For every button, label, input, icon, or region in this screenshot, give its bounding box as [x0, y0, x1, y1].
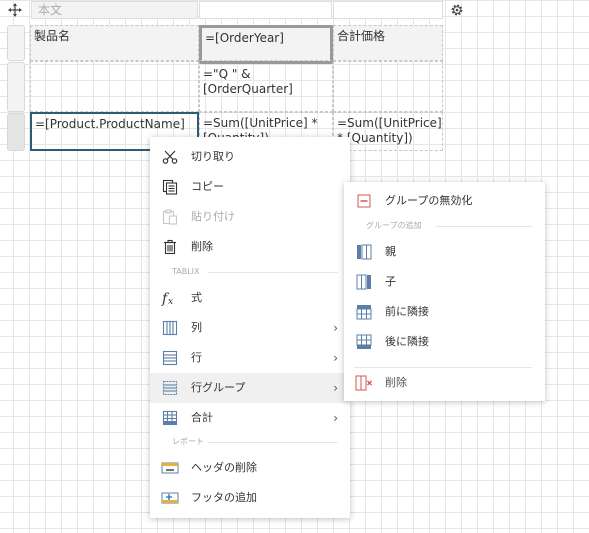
body-section-label: 本文 [31, 1, 198, 19]
menu-item-cut[interactable]: 切り取り [150, 142, 350, 172]
menu-item-row[interactable]: 行 › [150, 343, 350, 373]
menu-item-label: 列 [191, 321, 202, 334]
submenu-item-label: 前に隣接 [385, 305, 429, 318]
menu-item-label: ヘッダの削除 [191, 461, 257, 474]
menu-item-remove-header[interactable]: ヘッダの削除 [150, 453, 350, 483]
adjacent-before-icon [355, 303, 373, 321]
trash-icon [161, 238, 179, 256]
submenu-item-disable-group[interactable]: グループの無効化 [344, 186, 545, 216]
svg-text:x: x [168, 297, 173, 306]
row-handle[interactable] [7, 25, 25, 61]
child-group-icon [355, 273, 373, 291]
table-cell-empty[interactable] [333, 61, 443, 112]
submenu-item-delete[interactable]: 削除 [344, 368, 545, 398]
menu-item-label: 行 [191, 351, 202, 364]
total-icon [161, 409, 179, 427]
submenu-item-label: 後に隣接 [385, 335, 429, 348]
columns-icon [161, 319, 179, 337]
adjacent-after-icon [355, 333, 373, 351]
section-title: グループの追加 [366, 221, 422, 230]
menu-item-label: 行グループ [191, 381, 246, 394]
menu-item-column[interactable]: 列 › [150, 313, 350, 343]
table-cell-header-product-name[interactable]: 製品名 [30, 25, 199, 61]
delete-group-icon [355, 374, 373, 392]
column-header-box[interactable] [333, 1, 443, 19]
menu-item-paste: 貼り付け [150, 202, 350, 232]
chevron-right-icon: › [333, 321, 338, 335]
menu-item-label: 貼り付け [191, 210, 235, 223]
divider [436, 226, 532, 227]
table-cell-header-order-year[interactable]: =[OrderYear] [199, 25, 333, 61]
menu-section-tablix: TABLIX [150, 265, 350, 279]
submenu-item-label: 子 [385, 275, 396, 288]
section-title: レポート [172, 437, 204, 446]
submenu-item-label: 親 [385, 245, 396, 258]
disable-group-icon [355, 192, 373, 210]
menu-section-report: レポート [150, 435, 350, 449]
function-icon: fx [161, 289, 179, 307]
chevron-right-icon: › [333, 381, 338, 395]
menu-item-expression[interactable]: fx 式 [150, 283, 350, 313]
add-footer-icon [161, 489, 179, 507]
divider [208, 442, 338, 443]
submenu-item-parent[interactable]: 親 [344, 237, 545, 267]
paste-icon [161, 208, 179, 226]
column-header-box[interactable] [199, 1, 332, 19]
move-handle-icon[interactable] [4, 1, 26, 19]
menu-item-label: 合計 [191, 411, 213, 424]
divider [208, 272, 338, 273]
submenu-item-label: 削除 [385, 376, 407, 389]
row-group-icon [161, 379, 179, 397]
submenu-item-label: グループの無効化 [385, 194, 473, 207]
row-handle[interactable] [7, 62, 25, 112]
table-cell-header-total-price[interactable]: 合計価格 [333, 25, 443, 61]
menu-item-label: 切り取り [191, 150, 235, 163]
menu-item-label: 式 [191, 291, 202, 304]
submenu-item-adjacent-after[interactable]: 後に隣接 [344, 327, 545, 357]
chevron-right-icon: › [333, 351, 338, 365]
parent-group-icon [355, 243, 373, 261]
remove-header-icon [161, 459, 179, 477]
chevron-right-icon: › [333, 411, 338, 425]
submenu-section-add-group: グループの追加 [344, 219, 544, 233]
menu-item-label: フッタの追加 [191, 491, 257, 504]
scissors-icon [161, 148, 179, 166]
copy-icon [161, 178, 179, 196]
gear-icon[interactable] [448, 1, 466, 19]
menu-item-label: コピー [191, 180, 224, 193]
row-handle[interactable] [7, 113, 25, 151]
section-title: TABLIX [172, 267, 200, 276]
submenu-item-adjacent-before[interactable]: 前に隣接 [344, 297, 545, 327]
menu-item-row-group[interactable]: 行グループ › [150, 373, 350, 403]
row-group-submenu: グループの無効化 グループの追加 親 子 前に隣接 後に隣接 削除 [344, 182, 545, 401]
menu-item-total[interactable]: 合計 › [150, 403, 350, 433]
submenu-item-child[interactable]: 子 [344, 267, 545, 297]
menu-item-label: 削除 [191, 240, 213, 253]
table-cell-empty[interactable] [30, 61, 199, 112]
menu-item-delete[interactable]: 削除 [150, 232, 350, 262]
menu-item-copy[interactable]: コピー [150, 172, 350, 202]
menu-item-add-footer[interactable]: フッタの追加 [150, 483, 350, 513]
table-cell-order-quarter[interactable]: ="Q " & [OrderQuarter] [199, 61, 333, 112]
rows-icon [161, 349, 179, 367]
context-menu: 切り取り コピー 貼り付け 削除 TABLIX fx 式 列 › 行 › 行グル… [150, 137, 350, 518]
